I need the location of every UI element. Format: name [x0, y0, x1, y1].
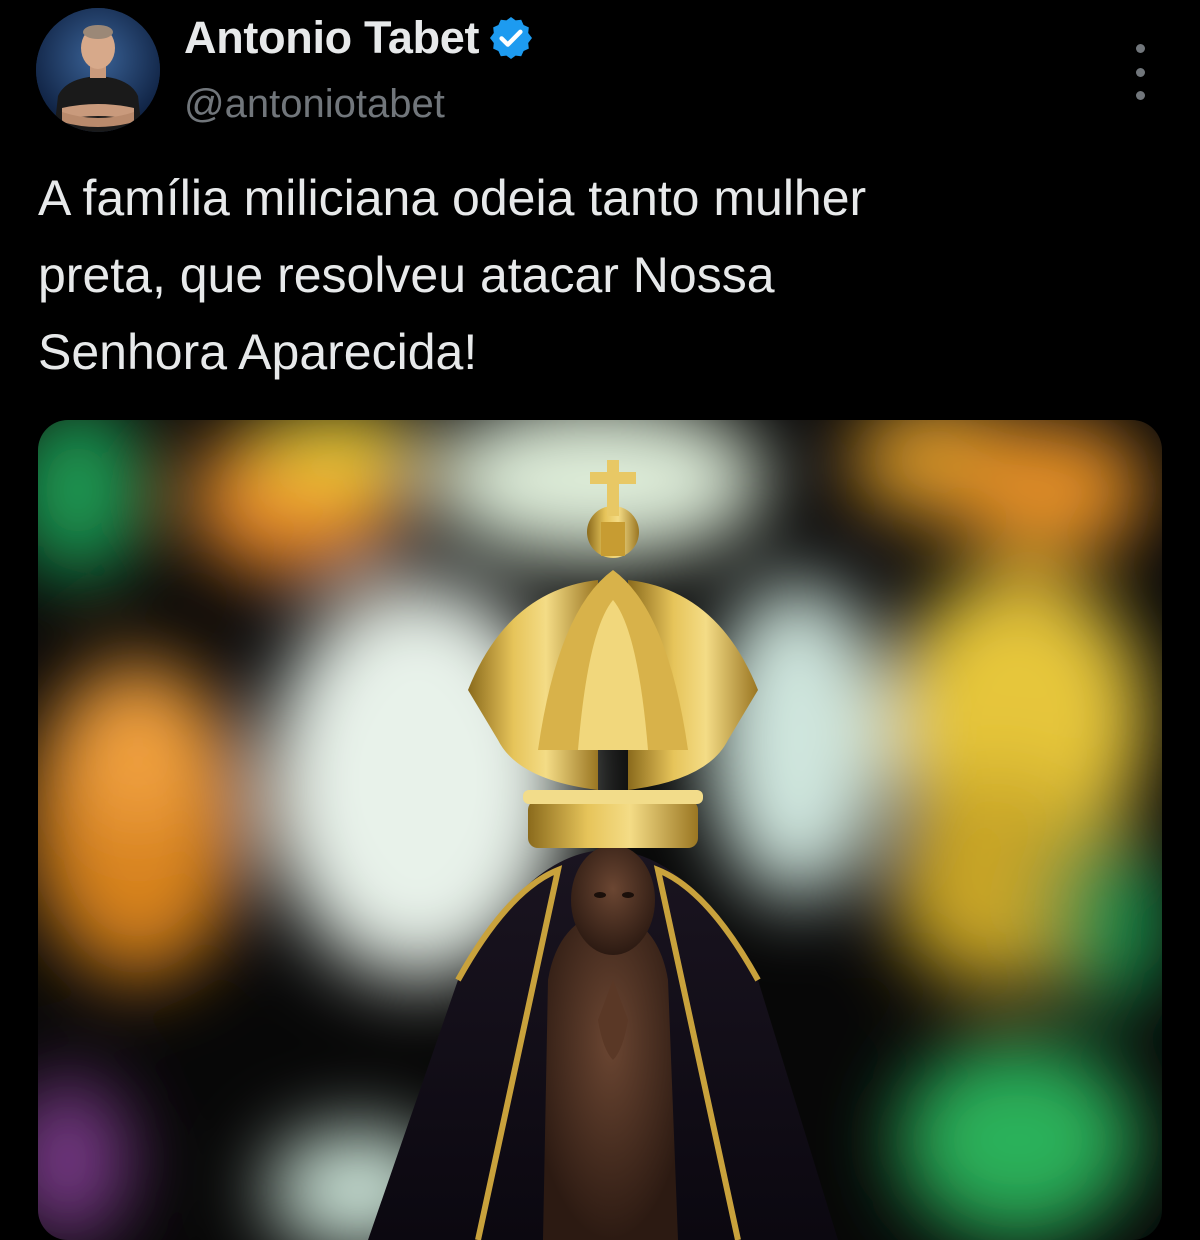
avatar-photo: [36, 8, 160, 132]
more-dot: [1135, 91, 1145, 100]
author-avatar[interactable]: [36, 8, 160, 132]
tweet-card: Antonio Tabet @antoniotabet A família mi…: [0, 0, 1200, 1240]
tweet-text: A família miliciana odeia tanto mulher p…: [38, 170, 867, 380]
author-handle[interactable]: @antoniotabet: [184, 82, 445, 127]
tweet-media-image[interactable]: [38, 420, 1162, 1240]
author-display-name[interactable]: Antonio Tabet: [184, 12, 480, 64]
author-name-row: Antonio Tabet: [184, 10, 535, 66]
more-dot: [1135, 67, 1145, 77]
more-dot: [1135, 44, 1145, 53]
verified-badge-icon: [487, 14, 535, 62]
more-options-icon[interactable]: [1122, 44, 1158, 100]
statue-photo: [38, 420, 1162, 1240]
